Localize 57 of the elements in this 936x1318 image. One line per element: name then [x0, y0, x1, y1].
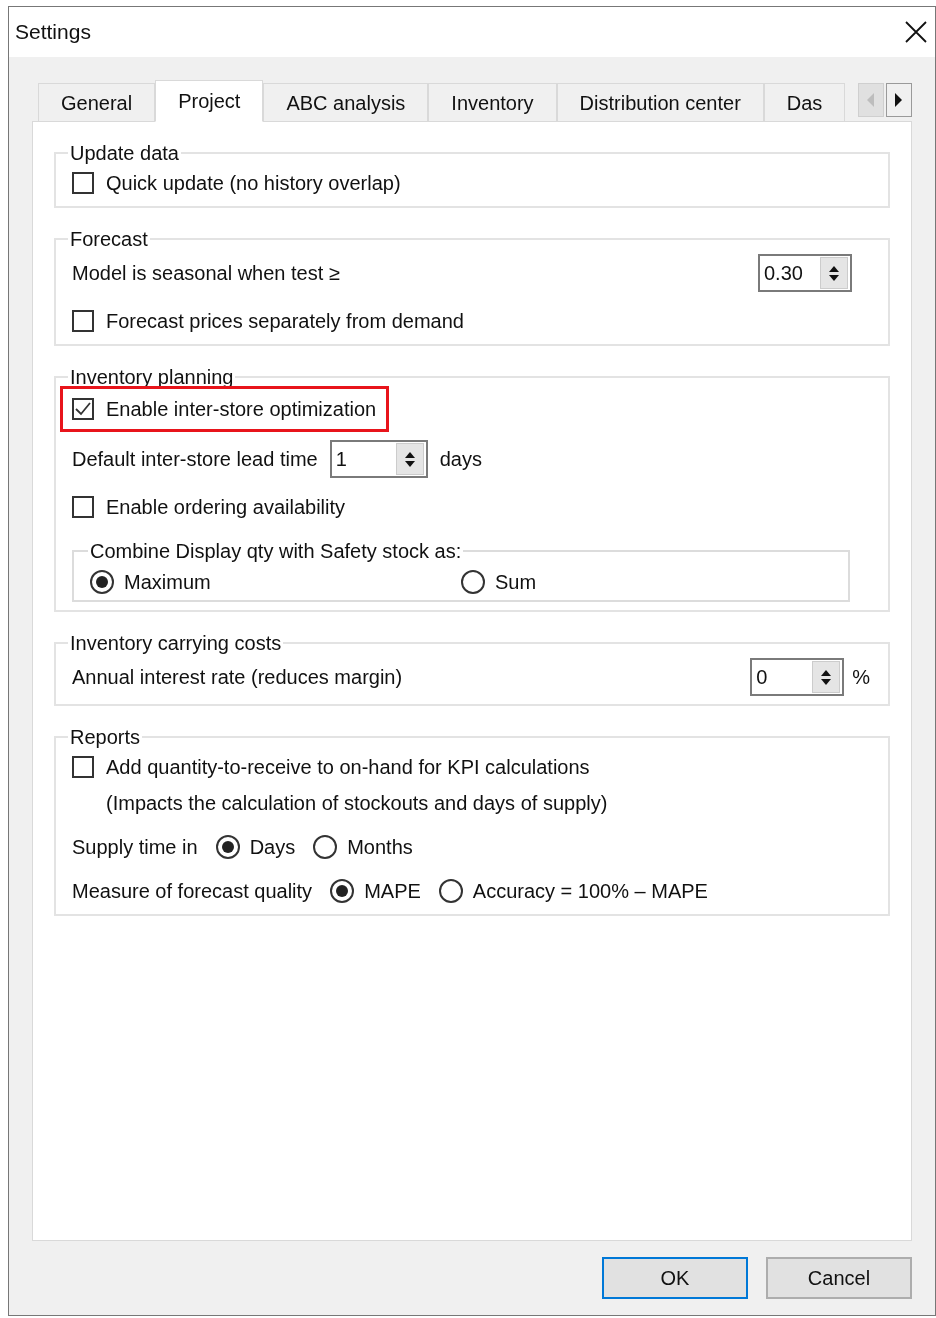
unit-label: days [439, 447, 482, 472]
radio-label: Sum [495, 570, 537, 595]
group-title: Reports [69, 725, 142, 750]
group-title: Forecast [69, 227, 149, 252]
tab[interactable]: Inventory [428, 83, 557, 121]
radio-label: Days [249, 835, 296, 860]
group-title: Inventory planning [69, 365, 235, 390]
radio-label: Maximum [124, 570, 211, 595]
checkbox[interactable] [72, 756, 94, 778]
spinner-arrows-icon[interactable] [820, 257, 848, 289]
spinner-arrows-icon[interactable] [812, 661, 841, 693]
checkbox-label: Enable inter-store optimization [106, 397, 377, 422]
spinner-arrows-icon[interactable] [395, 443, 424, 475]
spinner-field[interactable]: 1 [329, 440, 428, 478]
checkbox[interactable] [72, 398, 94, 420]
radio-button[interactable] [330, 879, 355, 903]
field-label: Default inter-store lead time [72, 447, 318, 472]
tab[interactable]: Project [155, 80, 264, 122]
radio-label: MAPE [364, 879, 421, 904]
note-text: (Impacts the calculation of stockouts and days of supply) [106, 791, 609, 816]
field-label: Annual interest rate (reduces margin) [72, 665, 403, 690]
radio-label: Accuracy = 100% – MAPE [472, 879, 708, 904]
checkmark-icon [75, 402, 91, 416]
spinner-value: 0 [755, 665, 769, 690]
radio-button[interactable] [215, 835, 240, 859]
checkbox-label: Add quantity-to-receive to on-hand for KPI calculations [106, 755, 590, 780]
radio-button[interactable] [461, 570, 485, 594]
dialog-button[interactable]: Cancel [766, 1257, 912, 1299]
radio-button[interactable] [438, 879, 463, 903]
checkbox-label: Enable ordering availability [106, 495, 346, 520]
spinner-value: 0.30 [763, 261, 804, 286]
checkbox[interactable] [72, 172, 94, 194]
field-label: Supply time in [72, 835, 198, 860]
spinner-field[interactable]: 0.30 [758, 254, 852, 292]
field-label: Model is seasonal when test ≥ [72, 261, 340, 286]
spinner-value: 1 [334, 447, 348, 472]
scroll-right-icon[interactable] [886, 83, 912, 117]
tab[interactable]: ABC analysis [263, 83, 429, 121]
radio-label: Months [347, 835, 413, 860]
radio-button[interactable] [313, 835, 338, 859]
dialog-button[interactable]: OK [602, 1257, 748, 1299]
checkbox[interactable] [72, 496, 94, 518]
frame-title: Combine Display qty with Safety stock as: [89, 539, 463, 564]
radio-button[interactable] [90, 570, 114, 594]
checkbox-label: Quick update (no history overlap) [106, 171, 401, 196]
unit-label: % [852, 665, 870, 690]
field-label: Measure of forecast quality [72, 879, 313, 904]
group-title: Update data [69, 141, 180, 166]
tab[interactable]: Das [763, 83, 846, 121]
tab[interactable]: General [38, 83, 156, 121]
tab[interactable]: Distribution center [556, 83, 764, 121]
window-title: Settings [15, 19, 91, 46]
checkbox[interactable] [72, 310, 94, 332]
close-icon[interactable] [905, 21, 927, 43]
checkbox-label: Forecast prices separately from demand [106, 309, 464, 334]
spinner-field[interactable]: 0 [750, 658, 845, 696]
group-title: Inventory carrying costs [69, 631, 283, 656]
